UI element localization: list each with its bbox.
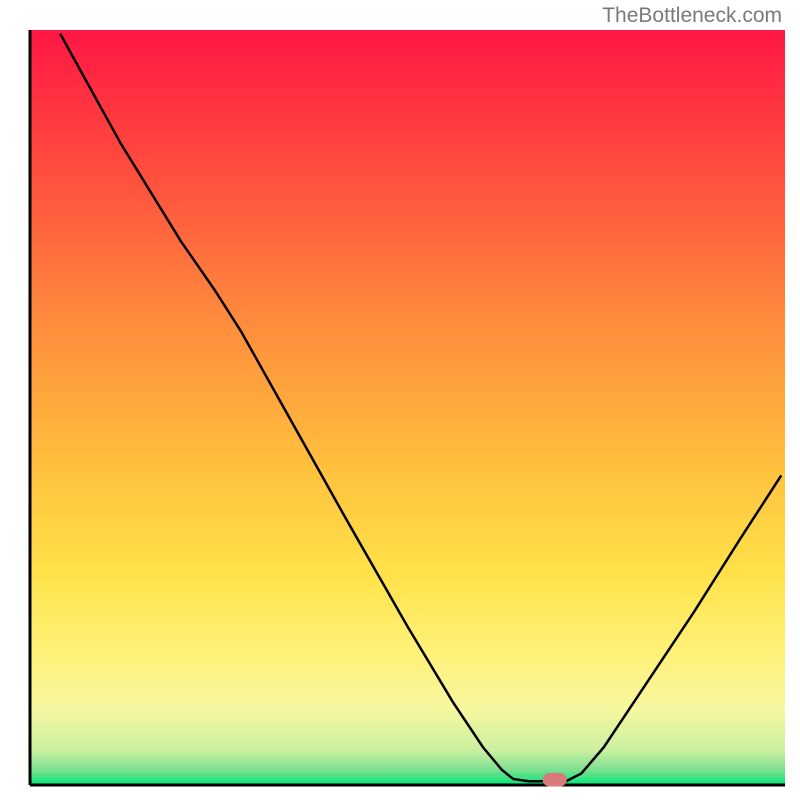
chart-container: TheBottleneck.com (0, 0, 800, 800)
plot-background (30, 30, 785, 785)
watermark-text: TheBottleneck.com (602, 4, 782, 28)
chart-svg (0, 0, 800, 800)
optimal-marker (543, 773, 567, 787)
